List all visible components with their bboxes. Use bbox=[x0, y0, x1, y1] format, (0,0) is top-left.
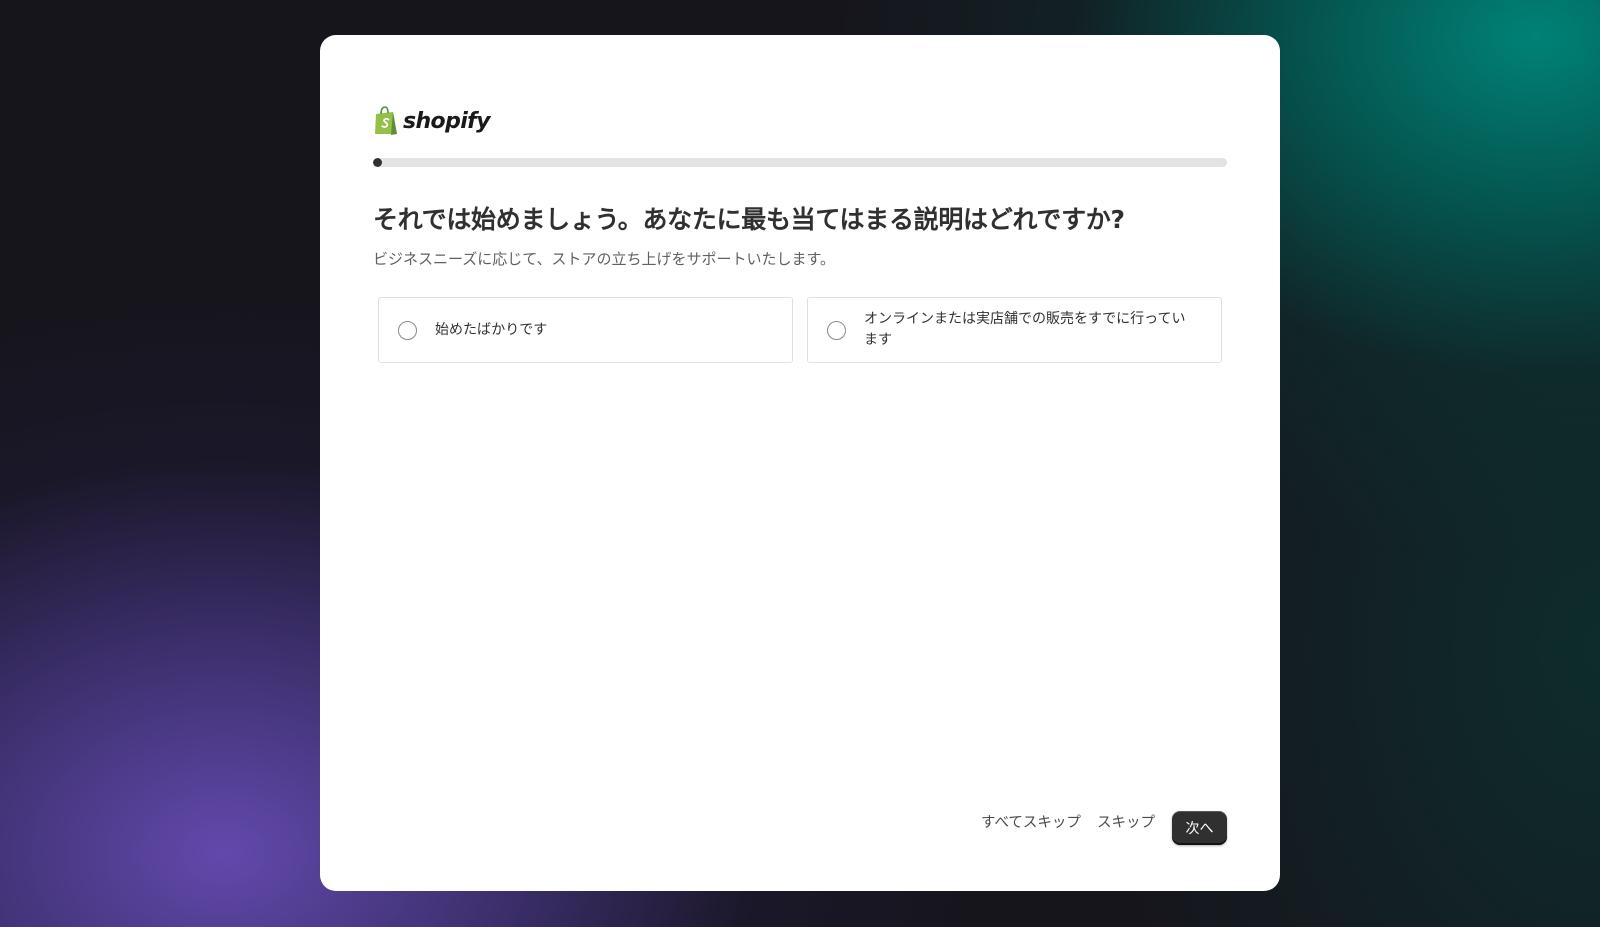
option-already-selling[interactable]: オンラインまたは実店舗での販売をすでに行っています bbox=[807, 297, 1222, 363]
skip-button[interactable]: スキップ bbox=[1097, 811, 1155, 832]
option-label: 始めたばかりです bbox=[435, 322, 548, 338]
radio-button[interactable] bbox=[398, 321, 417, 340]
option-label: オンラインまたは実店舗での販売をすでに行っています bbox=[864, 311, 1186, 348]
progress-fill bbox=[373, 158, 382, 167]
progress-bar bbox=[373, 158, 1227, 167]
page-title: それでは始めましょう。あなたに最も当てはまる説明はどれですか? bbox=[373, 205, 1125, 234]
skip-all-button[interactable]: すべてスキップ bbox=[981, 811, 1081, 832]
page-subtitle: ビジネスニーズに応じて、ストアの立ち上げをサポートいたします。 bbox=[373, 250, 836, 268]
next-button[interactable]: 次へ bbox=[1172, 811, 1227, 845]
brand-wordmark: shopify bbox=[403, 108, 490, 134]
shopify-bag-icon bbox=[375, 106, 397, 135]
option-just-starting[interactable]: 始めたばかりです bbox=[378, 297, 793, 363]
onboarding-modal: shopify それでは始めましょう。あなたに最も当てはまる説明はどれですか? … bbox=[320, 35, 1280, 891]
radio-button[interactable] bbox=[827, 321, 846, 340]
shopify-logo: shopify bbox=[373, 105, 490, 137]
